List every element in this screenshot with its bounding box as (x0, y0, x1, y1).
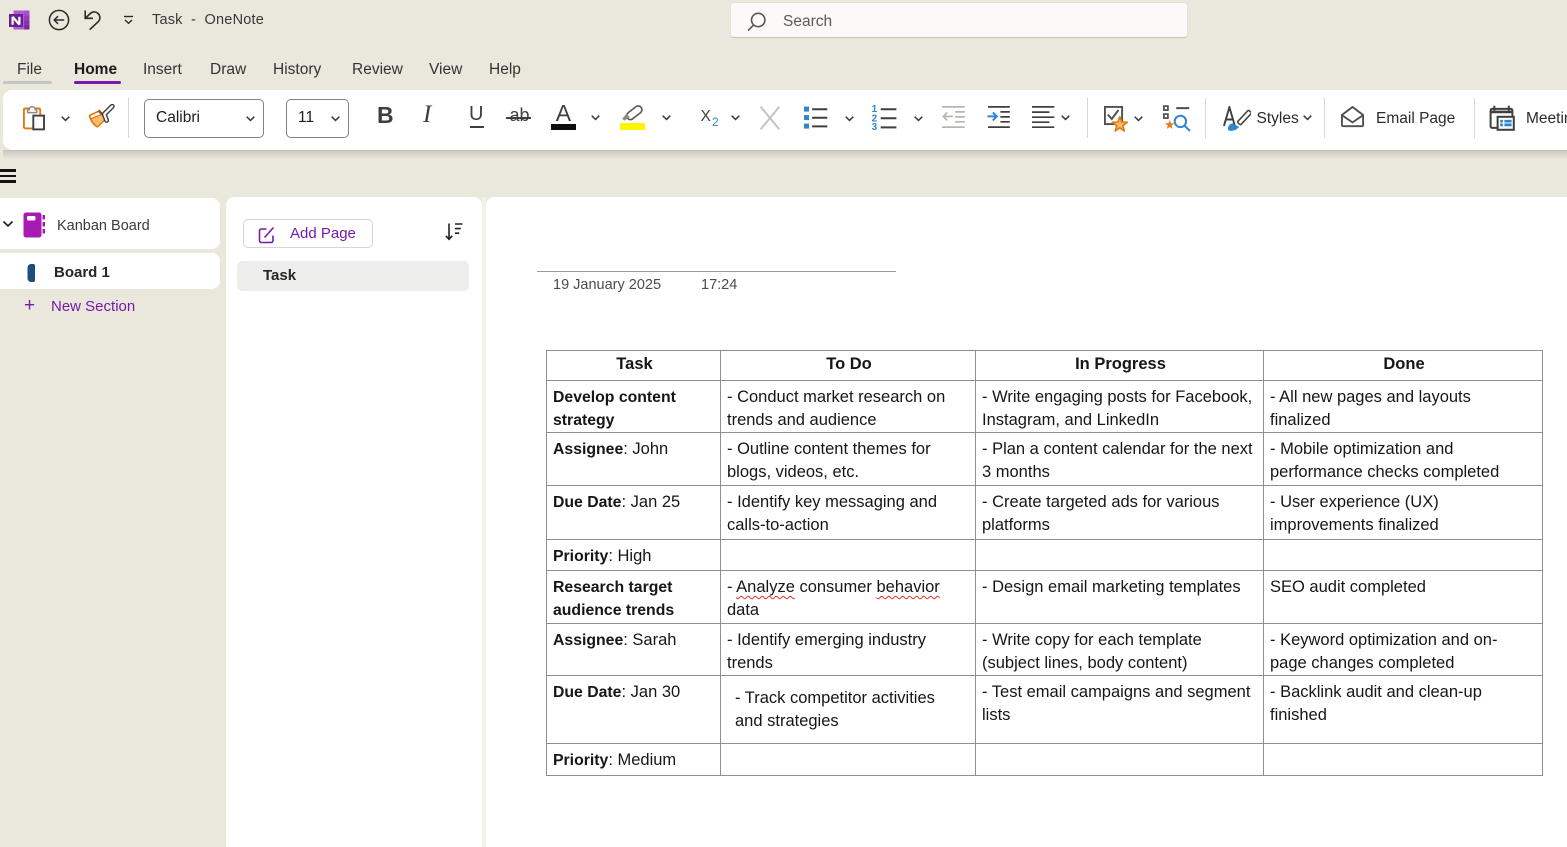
svg-text:3: 3 (871, 122, 877, 130)
